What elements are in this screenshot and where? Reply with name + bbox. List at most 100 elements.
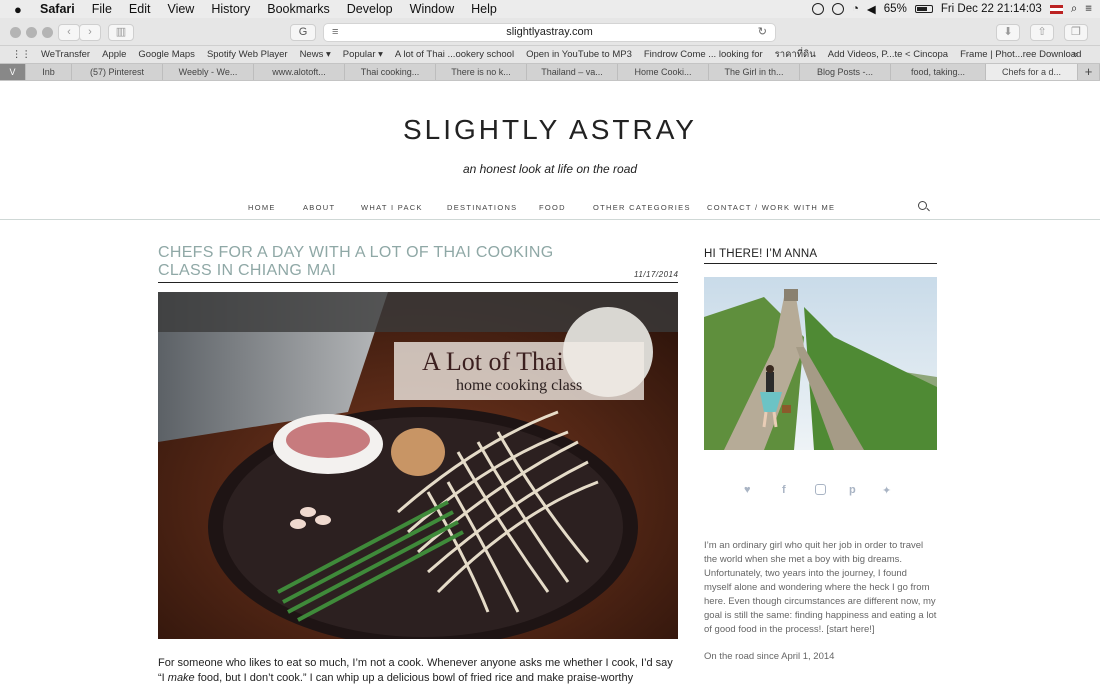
sidebar-toggle-icon[interactable]: ▥: [108, 24, 134, 41]
menu-file[interactable]: File: [92, 2, 112, 16]
tab[interactable]: There is no k...: [436, 64, 527, 80]
bookmark[interactable]: Frame | Phot...ree Download: [960, 49, 1081, 60]
bookmarks-bar: ⋮⋮ WeTransfer Apple Google Maps Spotify …: [0, 46, 1100, 63]
post-body-line: For someone who likes to eat so much, I’…: [158, 657, 673, 669]
site-title[interactable]: SLIGHTLY ASTRAY: [0, 114, 1100, 146]
post-featured-image[interactable]: A Lot of Thai home cooking class: [158, 292, 678, 639]
nav-divider: [0, 219, 1100, 220]
apple-icon[interactable]: ●: [14, 2, 28, 17]
back-button[interactable]: ‹: [58, 24, 80, 41]
tab[interactable]: Thai cooking...: [345, 64, 436, 80]
clock[interactable]: Fri Dec 22 21:14:03: [941, 3, 1042, 15]
nav-destinations[interactable]: DESTINATIONS: [447, 203, 517, 212]
tab[interactable]: www.alotoft...: [254, 64, 345, 80]
downloads-icon[interactable]: ⬇: [996, 24, 1020, 41]
tab[interactable]: Inb: [26, 64, 72, 80]
tab[interactable]: Home Cooki...: [618, 64, 709, 80]
post-date: 11/17/2014: [634, 270, 679, 279]
forward-button[interactable]: ›: [79, 24, 101, 41]
menu-app[interactable]: Safari: [40, 2, 75, 16]
status-icon[interactable]: [831, 3, 844, 15]
tab[interactable]: The Girl in th...: [709, 64, 800, 80]
grammarly-icon[interactable]: G: [290, 24, 316, 41]
status-area: ◔ ◀ 65% Fri Dec 22 21:14:03 ⌕ ≡: [811, 0, 1092, 18]
browser-toolbar: ‹ › ▥ G ≡ slightlyastray.com ↻ ⬇ ⇧ ❐: [0, 18, 1100, 46]
post-body: For someone who likes to eat so much, I’…: [158, 656, 678, 688]
battery-icon: [914, 5, 933, 13]
menu-window[interactable]: Window: [410, 2, 454, 16]
tab-active[interactable]: Chefs for a d...: [986, 64, 1078, 80]
share-icon[interactable]: ⇧: [1030, 24, 1054, 41]
bookmark[interactable]: ราคาที่ดิน: [775, 47, 816, 62]
bookmark-folder[interactable]: Popular ▾: [343, 49, 383, 60]
bookmark[interactable]: Findrow Come ... looking for: [644, 49, 763, 60]
nav-contact[interactable]: CONTACT / WORK WITH ME: [707, 203, 835, 212]
tab[interactable]: (57) Pinterest: [72, 64, 163, 80]
pinned-tab-icon[interactable]: V: [0, 64, 26, 80]
minimize-window-button[interactable]: [26, 27, 37, 38]
photo-overlay-title: A Lot of Thai: [422, 347, 564, 376]
new-tab-icon[interactable]: +: [1078, 64, 1100, 80]
menu-develop[interactable]: Develop: [347, 2, 393, 16]
bookmark[interactable]: Open in YouTube to MP3: [526, 49, 632, 60]
more-bookmarks-icon[interactable]: »: [1073, 49, 1078, 60]
zoom-window-button[interactable]: [42, 27, 53, 38]
post-title-divider: [158, 282, 678, 283]
tab-bar: V Inb (57) Pinterest Weebly - We... www.…: [0, 63, 1100, 81]
battery-percent[interactable]: 65%: [884, 3, 907, 15]
flag-icon[interactable]: [1049, 4, 1063, 14]
nav-food[interactable]: FOOD: [539, 203, 566, 212]
nav-what-i-pack[interactable]: WHAT I PACK: [361, 203, 423, 212]
photo-overlay-subtitle: home cooking class: [456, 377, 582, 394]
top-sites-icon[interactable]: ⋮⋮: [12, 49, 31, 60]
bookmark[interactable]: WeTransfer: [41, 49, 90, 60]
twitter-icon[interactable]: ✦: [882, 484, 891, 497]
spotlight-icon[interactable]: ⌕: [1071, 3, 1077, 16]
tab[interactable]: Blog Posts -...: [800, 64, 891, 80]
post-body-line: “I make food, but I don’t cook.” I can w…: [158, 671, 678, 688]
close-window-button[interactable]: [10, 27, 21, 38]
site-tagline: an honest look at life on the road: [462, 162, 638, 176]
bookmark-folder[interactable]: News ▾: [300, 49, 331, 60]
wifi-icon[interactable]: ◔: [852, 3, 859, 15]
nav-about[interactable]: ABOUT: [303, 203, 335, 212]
facebook-icon[interactable]: f: [782, 484, 786, 496]
reader-icon[interactable]: ≡: [332, 24, 338, 41]
nav-other-categories[interactable]: OTHER CATEGORIES: [593, 203, 691, 212]
sidebar-divider: [704, 263, 937, 264]
author-photo[interactable]: [704, 277, 937, 450]
pinterest-icon[interactable]: p: [849, 484, 856, 496]
author-bio: I’m an ordinary girl who quit her job in…: [704, 540, 937, 635]
reload-icon[interactable]: ↻: [758, 24, 767, 41]
emphasis: make: [167, 672, 195, 684]
instagram-icon[interactable]: [815, 484, 826, 495]
menu-edit[interactable]: Edit: [129, 2, 151, 16]
menu-help[interactable]: Help: [471, 2, 497, 16]
menu-view[interactable]: View: [167, 2, 194, 16]
tabs-overview-icon[interactable]: ❐: [1064, 24, 1088, 41]
bookmark[interactable]: A lot of Thai ...ookery school: [395, 49, 514, 60]
nav-home[interactable]: HOME: [248, 203, 276, 212]
bookmark[interactable]: Google Maps: [138, 49, 195, 60]
search-icon[interactable]: [918, 201, 927, 210]
status-icon[interactable]: [811, 3, 824, 15]
url-text: slightlyastray.com: [506, 26, 593, 38]
heart-icon[interactable]: ♥: [744, 484, 751, 496]
notification-center-icon[interactable]: ≡: [1085, 3, 1092, 15]
tab[interactable]: Weebly - We...: [163, 64, 254, 80]
text: food, but I don’t cook.” I can whip up a…: [158, 672, 634, 688]
sidebar-title: HI THERE! I’M ANNA: [704, 248, 818, 260]
bookmark[interactable]: Apple: [102, 49, 126, 60]
bookmark[interactable]: Add Videos, P...te < Cincopa: [828, 49, 948, 60]
menu-bookmarks[interactable]: Bookmarks: [267, 2, 330, 16]
volume-icon[interactable]: ◀: [867, 2, 876, 16]
tab[interactable]: food, taking...: [891, 64, 986, 80]
post-title[interactable]: CHEFS FOR A DAY WITH A LOT OF THAI COOKI…: [158, 244, 598, 280]
menu-history[interactable]: History: [211, 2, 250, 16]
bookmark[interactable]: Spotify Web Player: [207, 49, 288, 60]
address-bar[interactable]: ≡ slightlyastray.com ↻: [323, 23, 776, 42]
tab[interactable]: Thailand – va...: [527, 64, 618, 80]
text: “I: [158, 672, 168, 684]
great-wall-photo: [704, 277, 937, 450]
main-nav: HOME ABOUT WHAT I PACK DESTINATIONS FOOD…: [0, 203, 1100, 219]
